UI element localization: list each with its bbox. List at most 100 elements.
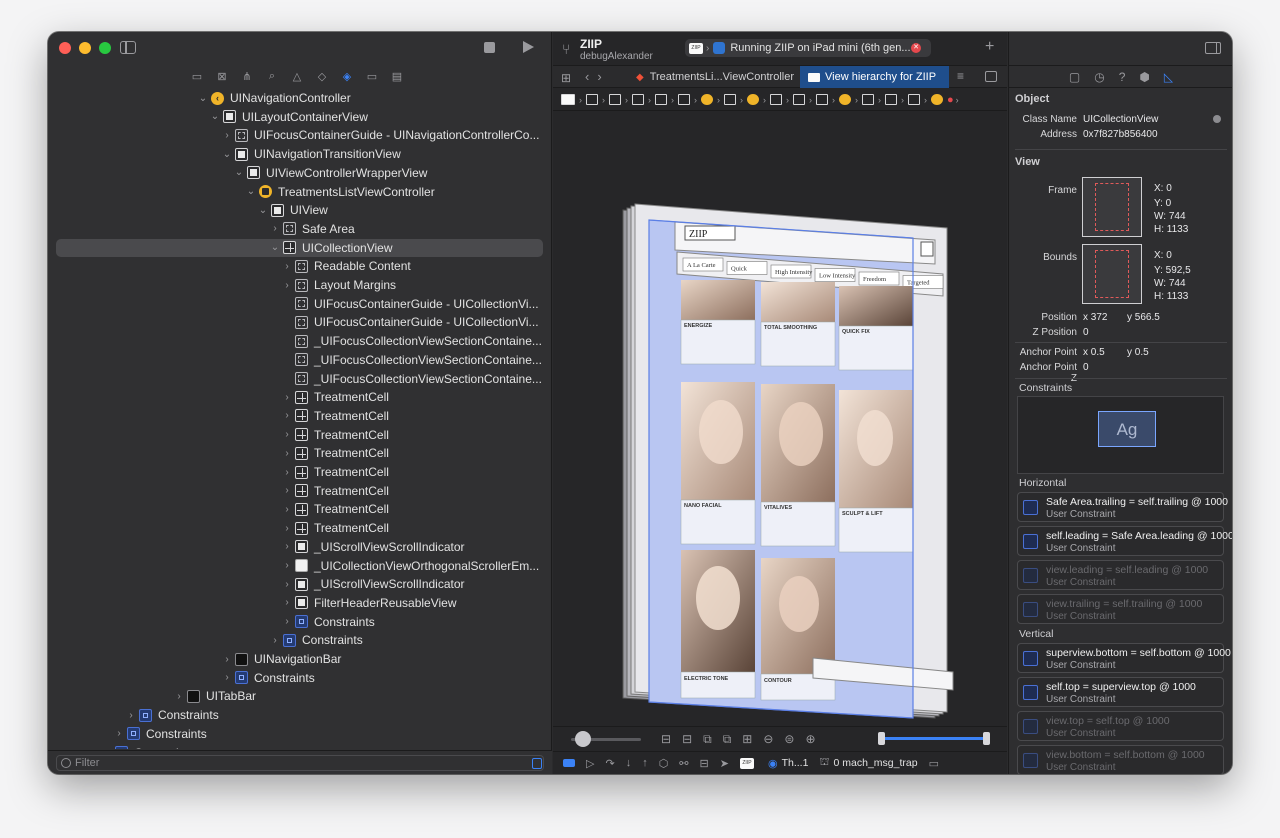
tree-row[interactable]: _UIFocusCollectionViewSectionContaine... — [282, 332, 542, 350]
adjust-view-icon[interactable]: ⊞ — [742, 732, 752, 747]
tree-row[interactable]: _UIFocusCollectionViewSectionContaine... — [282, 351, 542, 369]
debug-navigator-icon[interactable]: ◈ — [340, 69, 354, 83]
zoom-out-icon[interactable]: ⊖ — [763, 732, 773, 747]
jump-window-icon[interactable] — [586, 94, 598, 105]
back-forward-icon[interactable]: ‹› — [585, 69, 610, 84]
tree-row[interactable]: › Layout Margins — [282, 276, 396, 294]
range-max-handle[interactable] — [983, 732, 990, 745]
constraint-card[interactable]: view.trailing = self.trailing @ 1000 User… — [1017, 594, 1224, 624]
chevron-down-icon[interactable]: ⌄ — [198, 93, 208, 104]
tree-row[interactable]: › TreatmentCell — [282, 519, 389, 537]
filter-options-icon[interactable] — [532, 758, 542, 769]
tree-row[interactable]: › TreatmentCell — [282, 444, 389, 462]
help-inspector-icon[interactable]: ? — [1119, 70, 1126, 84]
jump-view-icon[interactable] — [885, 94, 897, 105]
chevron-right-icon[interactable]: › — [282, 504, 292, 515]
tree-row[interactable]: ⌄ UINavigationTransitionView — [222, 145, 401, 163]
constraint-card[interactable]: view.leading = self.leading @ 1000 User C… — [1017, 560, 1224, 590]
chevron-right-icon[interactable]: › — [282, 541, 292, 552]
tree-row[interactable]: UIFocusContainerGuide - UICollectionVi..… — [282, 295, 539, 313]
jump-app-icon[interactable] — [561, 94, 575, 105]
environment-overrides-icon[interactable]: ⊟ — [700, 757, 709, 770]
report-icon[interactable]: ▤ — [390, 69, 404, 83]
constraint-card[interactable]: self.leading = Safe Area.leading @ 1000 U… — [1017, 526, 1232, 556]
console-toggle-icon[interactable]: ▭ — [929, 757, 939, 770]
minimize-window-button[interactable] — [79, 42, 91, 54]
tree-row[interactable]: › Constraints — [102, 744, 195, 749]
chevron-right-icon[interactable]: › — [282, 560, 292, 571]
navigate-arrow-icon[interactable] — [1213, 115, 1221, 123]
tree-row[interactable]: ⌄ TreatmentsListViewController — [246, 183, 435, 201]
constraint-card[interactable]: view.top = self.top @ 1000 User Constrain… — [1017, 711, 1224, 741]
jump-controller-icon[interactable] — [931, 94, 943, 105]
history-inspector-icon[interactable]: ◷ — [1094, 70, 1104, 84]
close-window-button[interactable] — [59, 42, 71, 54]
frame-selector[interactable]: ⛫ 0 mach_msg_trap — [819, 756, 917, 770]
source-control-icon[interactable]: ⊠ — [215, 69, 229, 83]
breakpoints-toggle-icon[interactable] — [563, 759, 575, 767]
chevron-right-icon[interactable]: › — [282, 597, 292, 608]
tree-row[interactable]: › TreatmentCell — [282, 463, 389, 481]
scheme-title[interactable]: ZIIP — [580, 37, 602, 51]
object-inspector-icon[interactable]: ⬢ — [1139, 70, 1149, 84]
chevron-right-icon[interactable]: › — [282, 616, 292, 627]
show-clipped-icon[interactable]: ⊟ — [661, 732, 671, 747]
jump-view-icon[interactable] — [862, 94, 874, 105]
process-app-icon[interactable]: ZIIP — [739, 757, 754, 769]
jump-controller-icon[interactable] — [747, 94, 759, 105]
jump-view-icon[interactable] — [724, 94, 736, 105]
tree-row[interactable]: › Constraints — [282, 613, 374, 631]
tree-row[interactable]: › Constraints — [270, 631, 362, 649]
chevron-right-icon[interactable]: › — [222, 130, 232, 141]
chevron-right-icon[interactable]: › — [282, 429, 292, 440]
add-editor-icon[interactable] — [985, 71, 997, 82]
tree-row[interactable]: ⌄ UIViewControllerWrapperView — [234, 164, 428, 182]
chevron-right-icon[interactable]: › — [282, 579, 292, 590]
grid-icon[interactable]: ⊞ — [561, 71, 571, 85]
chevron-down-icon[interactable]: ⌄ — [222, 149, 232, 160]
tree-row[interactable]: ⌄ UIView — [258, 201, 328, 219]
jump-view-icon[interactable] — [793, 94, 805, 105]
tree-row[interactable]: › FilterHeaderReusableView — [282, 594, 456, 612]
jump-controller-icon[interactable] — [839, 94, 851, 105]
tree-row[interactable]: › UINavigationBar — [222, 650, 341, 668]
chevron-right-icon[interactable]: › — [114, 728, 124, 739]
chevron-right-icon[interactable]: › — [282, 410, 292, 421]
jump-view-icon[interactable] — [678, 94, 690, 105]
constraint-card[interactable]: Safe Area.trailing = self.trailing @ 100… — [1017, 492, 1228, 522]
tree-row[interactable]: › _UIScrollViewScrollIndicator — [282, 575, 464, 593]
tab-view-controller[interactable]: ◆ TreatmentsLi...ViewController — [628, 66, 798, 88]
chevron-down-icon[interactable]: ⌄ — [234, 167, 244, 178]
tree-row[interactable]: › Constraints — [126, 706, 218, 724]
jump-view-icon[interactable] — [655, 94, 667, 105]
jump-view-icon[interactable] — [908, 94, 920, 105]
tree-row[interactable]: › Readable Content — [282, 257, 410, 275]
tree-row[interactable]: › _UIScrollViewScrollIndicator — [282, 538, 464, 556]
chevron-right-icon[interactable]: › — [222, 672, 232, 683]
chevron-right-icon[interactable]: › — [102, 747, 112, 749]
chevron-right-icon[interactable]: › — [282, 523, 292, 534]
tree-row[interactable]: ⌄ UILayoutContainerView — [210, 108, 368, 126]
tree-row[interactable]: ⌄ ‹ UINavigationController — [198, 89, 351, 107]
chevron-right-icon[interactable]: › — [270, 635, 280, 646]
debug-view-hierarchy-icon[interactable]: ⬡ — [659, 757, 669, 770]
simulate-location-icon[interactable]: ➤ — [720, 757, 729, 770]
tree-row[interactable]: › TreatmentCell — [282, 426, 389, 444]
issue-icon[interactable]: ● — [947, 94, 954, 106]
tree-row[interactable]: › Constraints — [222, 669, 314, 687]
chevron-right-icon[interactable]: › — [222, 654, 232, 665]
chevron-right-icon[interactable]: › — [126, 710, 136, 721]
change-perspective-icon[interactable]: ⧉ — [703, 732, 712, 747]
chevron-down-icon[interactable]: ⌄ — [270, 242, 280, 253]
spacing-slider-knob[interactable] — [575, 731, 591, 747]
file-inspector-icon[interactable]: ▢ — [1069, 70, 1080, 84]
tree-row[interactable]: ⌄ UICollectionView — [56, 238, 543, 257]
tree-row[interactable]: › UIFocusContainerGuide - UINavigationCon… — [222, 126, 539, 144]
tree-row[interactable]: › TreatmentCell — [282, 407, 389, 425]
constraint-card[interactable]: view.bottom = self.bottom @ 1000 User Con… — [1017, 745, 1224, 774]
chevron-right-icon[interactable]: › — [282, 392, 292, 403]
jump-view-icon[interactable] — [609, 94, 621, 105]
chevron-right-icon[interactable]: › — [282, 280, 292, 291]
folder-icon[interactable]: ▭ — [190, 69, 204, 83]
tree-row[interactable]: UIFocusContainerGuide - UICollectionVi..… — [282, 313, 539, 331]
